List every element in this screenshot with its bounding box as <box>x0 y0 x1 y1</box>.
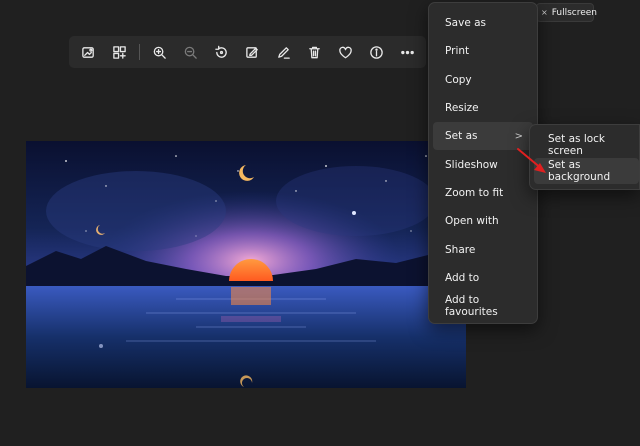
menu-item-label: Slideshow <box>445 158 498 171</box>
favorite-button[interactable] <box>330 38 361 66</box>
landscape-image <box>26 155 466 388</box>
menu-item-label: Print <box>445 45 470 58</box>
menu-item-print[interactable]: Print <box>433 37 533 65</box>
menu-item-open-with[interactable]: Open with <box>433 207 533 235</box>
zoom-in-icon <box>153 46 166 59</box>
chevron-right-icon: > <box>514 130 523 142</box>
menu-item-resize[interactable]: Resize <box>433 94 533 122</box>
menu-item-label: Zoom to fit <box>445 186 504 199</box>
delete-button[interactable] <box>299 38 330 66</box>
crop-edit-button[interactable] <box>237 38 268 66</box>
delete-icon <box>309 46 320 58</box>
add-image-button[interactable] <box>73 38 104 66</box>
menu-item-label: Save as <box>445 17 487 30</box>
favorite-heart-icon <box>339 46 352 58</box>
edit-image-button[interactable] <box>104 38 135 66</box>
zoom-out-icon <box>184 46 197 59</box>
add-image-icon <box>82 46 94 58</box>
menu-item-label: Resize <box>445 102 479 115</box>
menu-item-label: Add to favourites <box>445 294 498 319</box>
rotate-icon <box>215 45 227 58</box>
fullscreen-tooltip: × Fullscreen <box>536 3 598 22</box>
crop-edit-icon <box>246 46 258 58</box>
menu-item-add-to-favourites[interactable]: Add to favourites <box>433 292 533 320</box>
draw-button[interactable] <box>268 38 299 66</box>
zoom-out-button[interactable] <box>175 38 206 66</box>
menu-item-add-to[interactable]: Add to <box>433 264 533 292</box>
zoom-in-button[interactable] <box>144 38 175 66</box>
more-options-button[interactable] <box>392 38 423 66</box>
menu-item-share[interactable]: Share <box>433 235 533 263</box>
photo-canvas[interactable] <box>26 141 466 388</box>
info-button[interactable] <box>361 38 392 66</box>
close-icon: × <box>541 8 548 17</box>
toolbar-separator <box>139 44 140 60</box>
menu-item-label: Copy <box>445 73 472 86</box>
annotation-arrow-icon <box>517 148 546 173</box>
menu-item-copy[interactable]: Copy <box>433 66 533 94</box>
menu-item-zoom-to-fit[interactable]: Zoom to fit <box>433 179 533 207</box>
draw-icon <box>278 46 290 59</box>
submenu-item-label: Set as lock screen <box>548 133 606 157</box>
tooltip-label: Fullscreen <box>551 7 598 18</box>
photos-app-window: × Fullscreen Save as Print Copy Resize S… <box>0 0 640 446</box>
info-icon <box>370 45 383 59</box>
menu-item-label: Open with <box>445 215 499 228</box>
more-icon <box>401 50 414 54</box>
menu-item-label: Add to <box>445 271 480 284</box>
menu-item-save-as[interactable]: Save as <box>433 9 533 37</box>
edit-image-icon <box>113 45 126 59</box>
menu-item-label: Set as <box>445 130 478 143</box>
image-toolbar <box>69 36 426 68</box>
rotate-button[interactable] <box>206 38 237 66</box>
menu-item-label: Share <box>445 243 476 256</box>
submenu-item-label: Set as background <box>548 159 611 183</box>
